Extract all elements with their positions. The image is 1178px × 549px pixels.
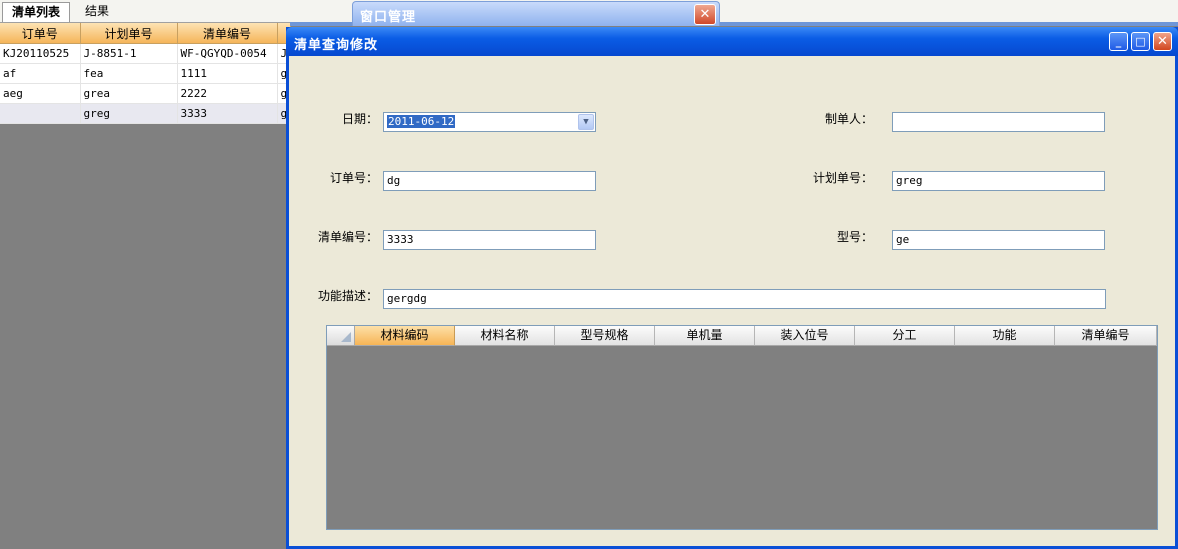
select-all-corner[interactable] [327,326,355,346]
query-edit-dialog: 清单查询修改 _ □ ✕ 日期： 2011-06-12 ▼ 制单人： 订单号： … [286,27,1178,549]
close-button[interactable]: ✕ [1153,32,1172,51]
material-grid[interactable]: 材料编码 材料名称 型号规格 单机量 装入位号 分工 功能 清单编号 [326,325,1158,530]
cell: af [0,63,81,84]
column-header-model-spec[interactable]: 型号规格 [555,326,655,346]
window-manager-title: 窗口管理 [360,10,417,25]
table-row[interactable]: aeg grea 2222 g [0,83,291,104]
plan-field[interactable]: greg [892,171,1105,191]
date-label: 日期： [341,112,378,126]
date-value: 2011-06-12 [387,115,456,128]
dialog-title-bar[interactable]: 清单查询修改 _ □ ✕ [286,27,1178,56]
date-combo[interactable]: 2011-06-12 ▼ [383,112,596,132]
column-header-plan[interactable]: 计划单号 [80,23,178,44]
cell: WF-QGYQD-0054 [177,43,278,64]
column-header-function[interactable]: 功能 [955,326,1055,346]
column-header-division[interactable]: 分工 [855,326,955,346]
model-field[interactable]: ge [892,230,1105,250]
creator-label: 制单人： [824,112,873,126]
creator-field[interactable] [892,112,1105,132]
column-header-list[interactable]: 清单编号 [177,23,278,44]
table-row[interactable]: KJ20110525 J-8851-1 WF-QGYQD-0054 J [0,43,291,64]
tab-list[interactable]: 清单列表 [2,2,71,22]
dialog-title: 清单查询修改 [294,38,379,53]
description-field[interactable]: gergdg [383,289,1106,309]
order-field[interactable]: dg [383,171,596,191]
chevron-down-icon[interactable]: ▼ [578,114,594,130]
tab-result[interactable]: 结果 [76,2,118,21]
material-grid-header: 材料编码 材料名称 型号规格 单机量 装入位号 分工 功能 清单编号 [327,326,1157,346]
list-grid: 订单号 计划单号 清单编号 KJ20110525 J-8851-1 WF-QGY… [0,23,291,124]
dialog-body: 日期： 2011-06-12 ▼ 制单人： 订单号： dg 计划单号： greg… [289,56,1175,546]
window-manager-bar[interactable]: 窗口管理 ✕ [352,1,720,26]
plan-label: 计划单号： [812,171,873,185]
model-label: 型号： [836,230,873,244]
column-header-material-name[interactable]: 材料名称 [455,326,555,346]
column-header-material-code[interactable]: 材料编码 [355,326,455,346]
cell: grea [80,83,178,104]
cell: aeg [0,83,81,104]
cell: 3333 [177,103,278,124]
cell: fea [80,63,178,84]
column-header-list-no[interactable]: 清单编号 [1055,326,1157,346]
column-header-order[interactable]: 订单号 [0,23,81,44]
cell [0,103,81,124]
list-no-label: 清单编号： [317,230,378,244]
table-row[interactable]: greg 3333 g [0,103,291,124]
column-header-position[interactable]: 装入位号 [755,326,855,346]
order-label: 订单号： [329,171,378,185]
table-row[interactable]: af fea 1111 g [0,63,291,84]
column-header-unit-qty[interactable]: 单机量 [655,326,755,346]
minimize-button[interactable]: _ [1109,32,1128,51]
cell: J-8851-1 [80,43,178,64]
window-manager-close-icon[interactable]: ✕ [694,4,716,25]
cell: 1111 [177,63,278,84]
maximize-button[interactable]: □ [1131,32,1150,51]
description-label: 功能描述： [317,289,378,303]
cell: 2222 [177,83,278,104]
corner-triangle-icon [341,332,351,342]
list-no-field[interactable]: 3333 [383,230,596,250]
cell: KJ20110525 [0,43,81,64]
cell: greg [80,103,178,124]
